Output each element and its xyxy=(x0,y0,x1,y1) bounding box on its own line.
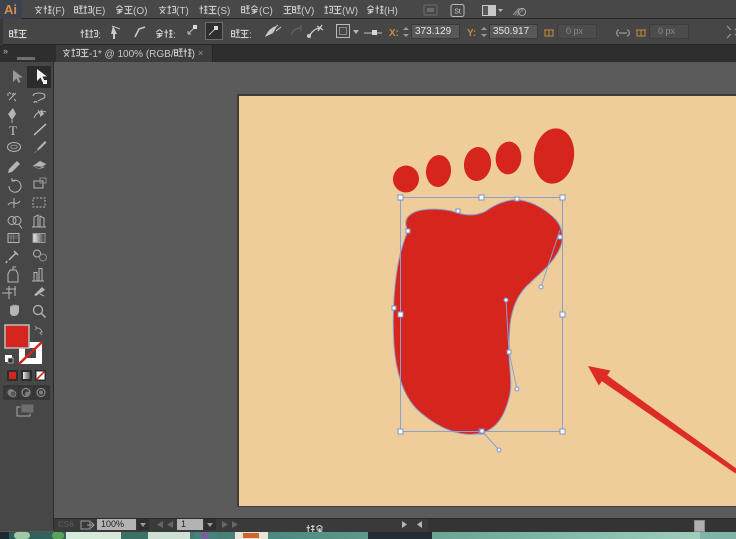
svg-text:T: T xyxy=(9,123,17,138)
svg-text:St: St xyxy=(454,9,461,16)
